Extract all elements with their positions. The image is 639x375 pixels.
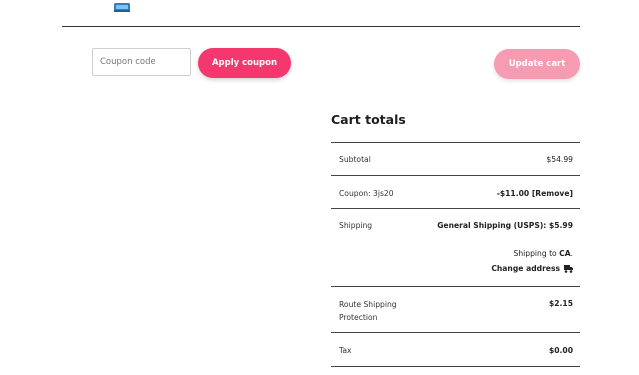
ship-to-location: CA (559, 249, 571, 258)
shipping-label: Shipping (339, 221, 373, 230)
remove-coupon-link[interactable]: [Remove] (532, 189, 573, 198)
subtotal-label: Subtotal (339, 155, 371, 164)
route-protection-label: Route Shipping Protection (339, 300, 397, 322)
tax-row: Tax $0.00 (331, 333, 580, 367)
tax-label: Tax (339, 346, 352, 355)
cart-totals-table: Subtotal $54.99 Coupon: 3js20 -$11.00 [R… (331, 142, 580, 367)
tax-value: $0.00 (548, 346, 573, 355)
coupon-row: Coupon: 3js20 -$11.00 [Remove] (331, 176, 580, 209)
cart-totals-title: Cart totals (331, 112, 406, 127)
shipping-method: General Shipping (USPS): $5.99 (437, 221, 573, 230)
change-address-label: Change address (491, 264, 560, 273)
shipping-row: Shipping General Shipping (USPS): $5.99 … (331, 209, 580, 287)
cart-table-divider (62, 26, 580, 27)
change-address-button[interactable]: Change address (491, 264, 573, 273)
coupon-label: Coupon: 3js20 (339, 189, 394, 198)
product-thumbnail-icon (114, 0, 130, 12)
subtotal-value: $54.99 (546, 155, 573, 164)
coupon-code-input[interactable] (92, 48, 191, 76)
coupon-discount: -$11.00 [Remove] (497, 189, 573, 198)
update-cart-button[interactable]: Update cart (494, 49, 580, 79)
route-protection-row: Route Shipping Protection $2.15 (331, 287, 580, 333)
route-protection-value: $2.15 (548, 299, 573, 308)
shipping-destination: Shipping to CA. (513, 249, 573, 258)
coupon-discount-value: -$11.00 (496, 189, 530, 198)
truck-icon (564, 264, 573, 273)
apply-coupon-button[interactable]: Apply coupon (198, 48, 291, 78)
subtotal-row: Subtotal $54.99 (331, 142, 580, 176)
ship-to-prefix: Shipping to (513, 249, 557, 258)
